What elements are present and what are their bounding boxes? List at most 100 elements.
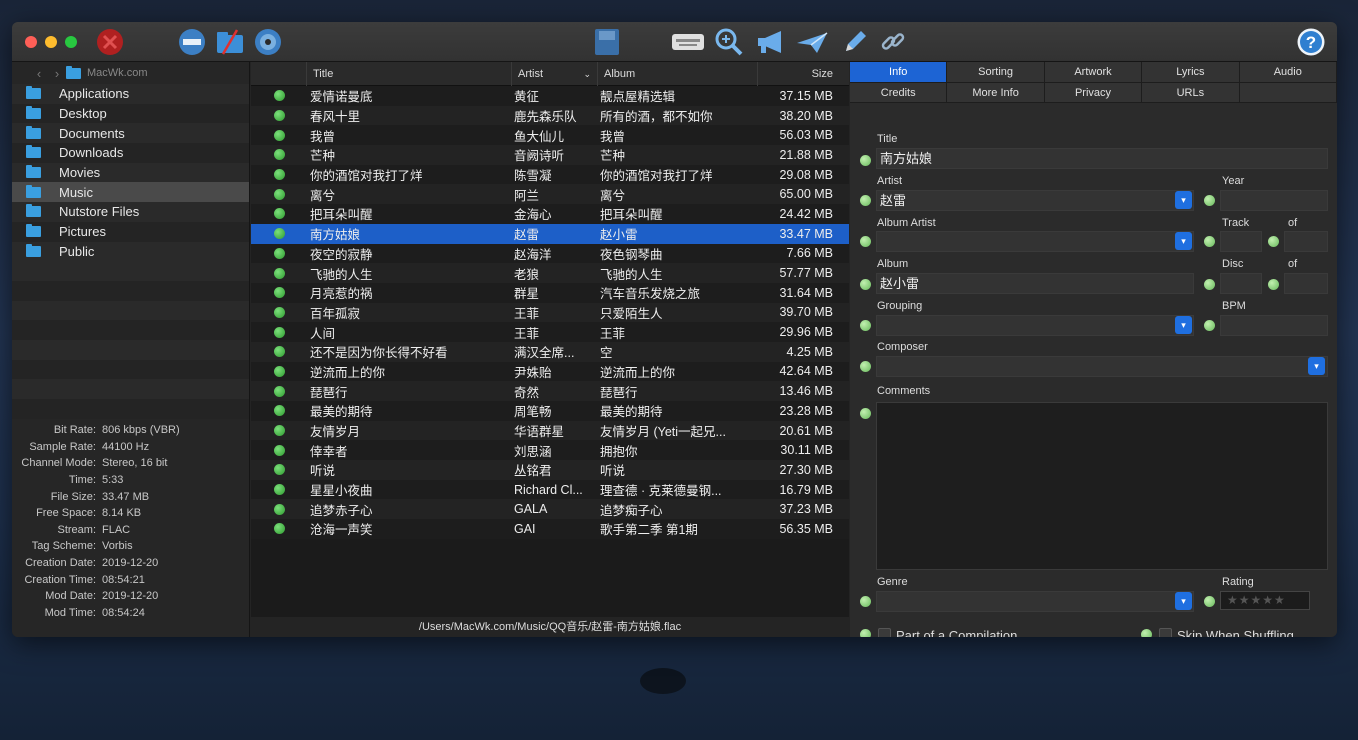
table-row[interactable]: 友情岁月 华语群星 友情岁月 (Yeti一起兄... 20.61 MB bbox=[251, 420, 849, 441]
comments-field[interactable] bbox=[876, 402, 1328, 570]
tab-sorting[interactable]: Sorting bbox=[947, 62, 1045, 83]
composer-field[interactable] bbox=[876, 356, 1328, 377]
tab-info[interactable]: Info bbox=[850, 62, 948, 83]
table-row[interactable]: 百年孤寂 王菲 只爱陌生人 39.70 MB bbox=[251, 302, 849, 323]
sidebar-item-documents[interactable]: Documents bbox=[12, 123, 249, 144]
genre-dropdown-chevron-icon[interactable]: ▾ bbox=[1175, 592, 1192, 610]
compilation-checkbox[interactable] bbox=[878, 628, 891, 637]
skip-shuffle-checkbox[interactable] bbox=[1159, 628, 1172, 637]
plane-icon[interactable] bbox=[794, 27, 830, 57]
table-row[interactable]: 离兮 阿兰 离兮 65.00 MB bbox=[251, 184, 849, 205]
table-row[interactable]: 星星小夜曲 Richard Cl... 理查德 · 克莱德曼钢... 16.79 MB bbox=[251, 479, 849, 500]
table-row[interactable]: 春风十里 鹿先森乐队 所有的酒，都不如你 38.20 MB bbox=[251, 105, 849, 126]
empty-row bbox=[12, 379, 249, 399]
property-value: 33.47 MB bbox=[102, 490, 150, 503]
minus-icon[interactable] bbox=[176, 27, 208, 57]
link-icon[interactable] bbox=[878, 27, 908, 57]
table-row[interactable]: 你的酒馆对我打了烊 陈雪凝 你的酒馆对我打了烊 29.08 MB bbox=[251, 164, 849, 185]
album-artist-dropdown-chevron-icon[interactable]: ▾ bbox=[1175, 232, 1192, 250]
disc-total-field[interactable] bbox=[1284, 273, 1328, 294]
track-artist-cell: 丛铭君 bbox=[514, 464, 552, 479]
album-artist-field[interactable] bbox=[876, 231, 1194, 252]
table-row[interactable]: 沧海一声笑 GAI 歌手第二季 第1期 56.35 MB bbox=[251, 519, 849, 539]
disc-field[interactable] bbox=[1220, 273, 1262, 294]
sidebar-item-label: Desktop bbox=[59, 106, 107, 122]
table-row[interactable]: 夜空的寂静 赵海洋 夜色钢琴曲 7.66 MB bbox=[251, 243, 849, 264]
artist-dropdown-chevron-icon[interactable]: ▾ bbox=[1175, 191, 1192, 209]
table-row[interactable]: 听说 丛铭君 听说 27.30 MB bbox=[251, 460, 849, 480]
folder-icon[interactable] bbox=[214, 27, 246, 57]
pencil-icon[interactable] bbox=[840, 27, 870, 57]
sidebar-item-downloads[interactable]: Downloads bbox=[12, 143, 249, 163]
album-field[interactable]: 赵小雷 bbox=[876, 273, 1194, 294]
table-row[interactable]: 倖幸者 刘思涵 拥抱你 30.11 MB bbox=[251, 440, 849, 461]
property-key: Bit Rate: bbox=[53, 424, 96, 437]
table-row[interactable]: 我曾 鱼大仙儿 我曾 56.03 MB bbox=[251, 125, 849, 146]
table-row[interactable]: 人间 王菲 王菲 29.96 MB bbox=[251, 322, 849, 342]
track-field[interactable] bbox=[1220, 231, 1262, 252]
property-key: Time: bbox=[68, 474, 96, 487]
sidebar-item-pictures[interactable]: Pictures bbox=[12, 221, 249, 242]
tab-urls[interactable]: URLs bbox=[1142, 82, 1240, 103]
tab-credits[interactable]: Credits bbox=[850, 82, 948, 103]
table-row[interactable]: 飞驰的人生 老狼 飞驰的人生 57.77 MB bbox=[251, 263, 849, 283]
track-status-cell bbox=[251, 405, 307, 417]
sidebar-item-label: Music bbox=[59, 184, 93, 200]
grouping-label: Grouping bbox=[877, 300, 923, 312]
status-column-header[interactable] bbox=[251, 61, 307, 86]
close-remove-icon[interactable] bbox=[94, 26, 126, 58]
table-row[interactable]: 逆流而上的你 尹姝贻 逆流而上的你 42.64 MB bbox=[251, 361, 849, 382]
minimize-window-button[interactable] bbox=[45, 36, 57, 48]
table-row[interactable]: 芒种 音阙诗听 芒种 21.88 MB bbox=[251, 145, 849, 165]
size-column-header[interactable]: Size bbox=[758, 62, 843, 86]
tab-lyrics[interactable]: Lyrics bbox=[1142, 62, 1240, 83]
title-field[interactable]: 南方姑娘 bbox=[876, 148, 1328, 169]
album-status-dot bbox=[860, 279, 871, 290]
table-row[interactable]: 爱情诺曼底 黄征 靓点屋精选辑 37.15 MB bbox=[251, 86, 849, 106]
table-row[interactable]: 琵琶行 奇然 琵琶行 13.46 MB bbox=[251, 381, 849, 401]
composer-dropdown-chevron-icon[interactable]: ▾ bbox=[1308, 357, 1325, 375]
genre-label: Genre bbox=[877, 576, 908, 588]
tab-artwork[interactable]: Artwork bbox=[1044, 62, 1143, 83]
table-row[interactable]: 追梦赤子心 GALA 追梦痴子心 37.23 MB bbox=[251, 499, 849, 520]
zoom-window-button[interactable] bbox=[65, 36, 77, 48]
rating-status-dot bbox=[1204, 596, 1215, 607]
close-window-button[interactable] bbox=[25, 36, 37, 48]
tab-privacy[interactable]: Privacy bbox=[1044, 82, 1143, 103]
sidebar-item-nutstore-files[interactable]: Nutstore Files bbox=[12, 202, 249, 222]
track-title-cell: 南方姑娘 bbox=[310, 228, 361, 243]
table-row[interactable]: 还不是因为你长得不好看 满汉全席... 空 4.25 MB bbox=[251, 341, 849, 362]
track-total-field[interactable] bbox=[1284, 231, 1328, 252]
sidebar-item-label: Applications bbox=[59, 86, 130, 102]
table-row[interactable]: 把耳朵叫醒 金海心 把耳朵叫醒 24.42 MB bbox=[251, 204, 849, 224]
sidebar-item-applications[interactable]: Applications bbox=[12, 84, 249, 104]
sidebar-item-movies[interactable]: Movies bbox=[12, 162, 249, 183]
sidebar-item-desktop[interactable]: Desktop bbox=[12, 103, 249, 124]
artist-column-header[interactable]: Artist ⌄ bbox=[512, 61, 598, 86]
album-column-header[interactable]: Album bbox=[598, 61, 758, 86]
zoom-icon[interactable] bbox=[712, 26, 746, 58]
grouping-dropdown-chevron-icon[interactable]: ▾ bbox=[1175, 316, 1192, 334]
grouping-field[interactable] bbox=[876, 315, 1194, 336]
megaphone-icon[interactable] bbox=[754, 27, 790, 57]
sidebar-item-public[interactable]: Public bbox=[12, 241, 249, 262]
tab-audio[interactable]: Audio bbox=[1239, 62, 1337, 83]
sidebar-item-music[interactable]: Music bbox=[12, 182, 249, 203]
artist-field[interactable]: 赵雷 bbox=[876, 190, 1194, 211]
forward-arrow-icon[interactable]: › bbox=[48, 66, 66, 81]
status-dot-icon bbox=[273, 129, 285, 141]
year-field[interactable] bbox=[1220, 190, 1328, 211]
keyboard-icon[interactable] bbox=[670, 30, 706, 54]
table-row[interactable]: 月亮惹的祸 群星 汽车音乐发烧之旅 31.64 MB bbox=[251, 282, 849, 303]
genre-field[interactable] bbox=[876, 591, 1194, 612]
bpm-field[interactable] bbox=[1220, 315, 1328, 336]
title-column-header[interactable]: Title bbox=[307, 61, 512, 86]
rating-stars[interactable]: ★★★★★ bbox=[1220, 591, 1310, 610]
table-row[interactable]: 南方姑娘 赵雷 赵小雷 33.47 MB bbox=[251, 223, 849, 244]
back-arrow-icon[interactable]: ‹ bbox=[30, 66, 48, 81]
table-row[interactable]: 最美的期待 周笔畅 最美的期待 23.28 MB bbox=[251, 401, 849, 421]
tab-more-info[interactable]: More Info bbox=[947, 82, 1045, 103]
save-icon[interactable] bbox=[592, 27, 622, 57]
help-icon[interactable]: ? bbox=[1295, 26, 1327, 58]
disc-icon[interactable] bbox=[252, 27, 284, 57]
